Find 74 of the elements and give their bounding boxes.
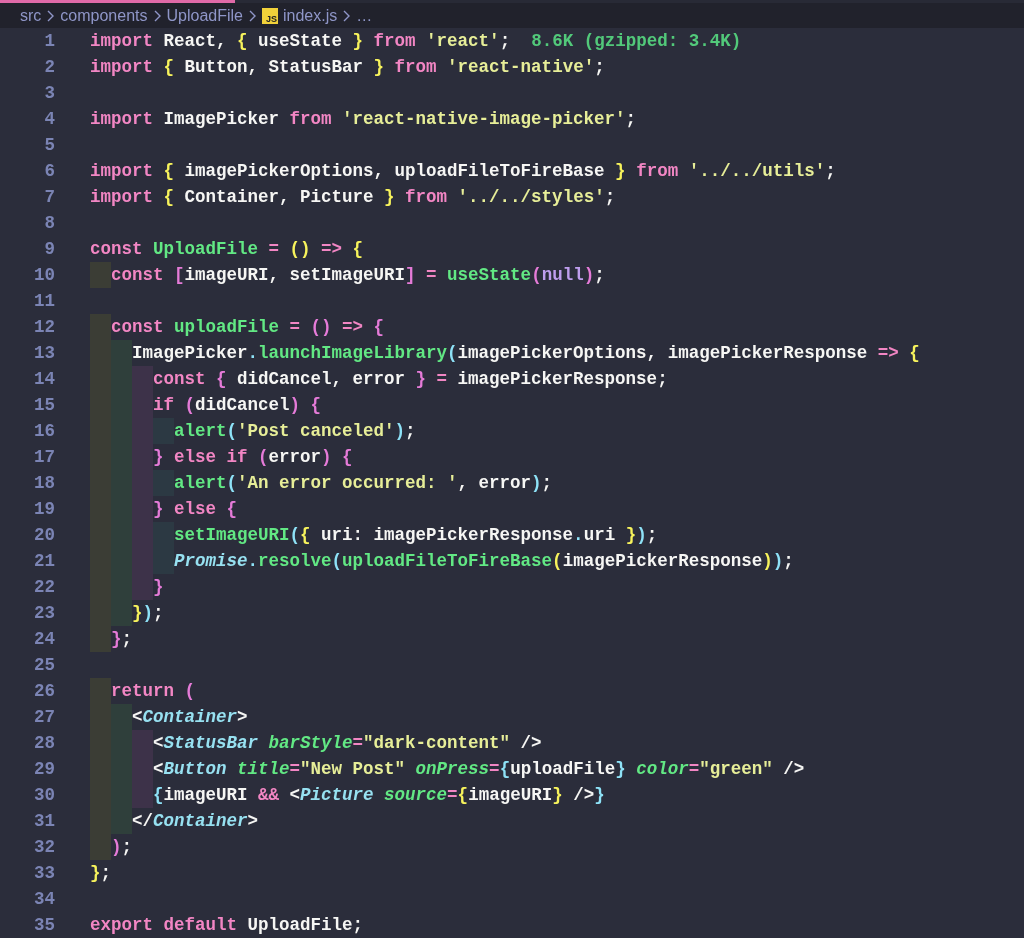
line-number: 35 (33, 913, 55, 937)
code-line: return ( (90, 678, 196, 704)
code-line: import { imagePickerOptions, uploadFileToFireBase } from '../../utils'; (90, 160, 836, 183)
line-number: 14 (33, 367, 55, 391)
line-number: 6 (43, 159, 55, 183)
code-line: const { didCancel, error } = imagePickerResponse; (90, 366, 668, 392)
breadcrumb-folder[interactable]: src (20, 3, 42, 28)
code-line: }); (90, 600, 164, 626)
chevron-icon (248, 8, 257, 23)
code-line: ImagePicker.launchImageLibrary(imagePickerOptions, imagePickerResponse => { (90, 340, 920, 366)
line-number: 30 (33, 783, 55, 807)
code-line: <Button title="New Post" onPress={uploadFile} color="green" /> (90, 756, 805, 782)
code-line: alert('An error occurred: ', error); (90, 470, 553, 496)
code-line: import React, { useState } from 'react'; 8.6K (gzipped: 3.4K) (90, 30, 742, 53)
chevron-icon (46, 8, 56, 23)
code-line: import ImagePicker from 'react-native-image-picker'; (90, 108, 637, 131)
code-line: {imageURI && <Picture source={imageURI} />} (90, 782, 605, 808)
code-line: }; (90, 626, 133, 652)
line-number: 26 (33, 679, 55, 703)
line-number: 16 (33, 419, 55, 443)
line-number: 17 (33, 445, 55, 469)
line-number: 20 (33, 523, 55, 547)
line-number: 2 (43, 55, 55, 79)
chevron-icon (342, 8, 352, 23)
line-number: 19 (33, 497, 55, 521)
line-number: 31 (33, 809, 55, 833)
line-number: 7 (43, 185, 55, 209)
chevron-icon (152, 8, 162, 23)
code-line: } else if (error) { (90, 444, 353, 470)
code-line: import { Container, Picture } from '../../styles'; (90, 186, 616, 209)
line-number: 13 (33, 341, 55, 365)
line-number: 18 (33, 471, 55, 495)
line-number: 27 (33, 705, 55, 729)
code-line: }; (90, 862, 112, 885)
line-number: 24 (33, 627, 55, 651)
line-number: 33 (33, 861, 55, 885)
breadcrumb-folder[interactable]: components (60, 3, 148, 28)
code-line: setImageURI({ uri: imagePickerResponse.uri }); (90, 522, 658, 548)
line-number: 32 (33, 835, 55, 859)
code-line: } (90, 574, 164, 600)
line-number: 9 (43, 237, 55, 261)
code-line: ); (90, 834, 133, 860)
code-line: if (didCancel) { (90, 392, 322, 418)
line-number: 3 (43, 81, 55, 105)
line-number: 11 (33, 289, 55, 313)
code-line: alert('Post canceled'); (90, 418, 416, 444)
breadcrumb-more[interactable]: … (356, 3, 373, 28)
line-number: 1 (43, 29, 55, 53)
code-line: export default UploadFile; (90, 914, 364, 937)
line-number: 5 (43, 133, 55, 157)
code-line: Promise.resolve(uploadFileToFireBase(imagePickerResponse)); (90, 548, 794, 574)
code-line: const [imageURI, setImageURI] = useState(null); (90, 262, 605, 288)
line-number: 34 (33, 887, 55, 911)
js-file-icon: JS (262, 7, 278, 24)
line-number: 23 (33, 601, 55, 625)
line-number: 8 (43, 211, 55, 235)
line-number: 4 (43, 107, 55, 131)
code-line: const uploadFile = () => { (90, 314, 385, 340)
line-number: 29 (33, 757, 55, 781)
line-number: 25 (33, 653, 55, 677)
line-number: 22 (33, 575, 55, 599)
breadcrumb-folder[interactable]: UploadFile (166, 3, 243, 28)
line-number: 28 (33, 731, 55, 755)
code-line: import { Button, StatusBar } from 'react-native'; (90, 56, 605, 79)
line-number: 15 (33, 393, 55, 417)
line-number: 10 (33, 263, 55, 287)
code-line: <StatusBar barStyle="dark-content" /> (90, 730, 542, 756)
code-line: } else { (90, 496, 238, 522)
code-line: <Container> (90, 704, 248, 730)
breadcrumb-file[interactable]: index.js (283, 3, 338, 28)
line-number: 21 (33, 549, 55, 573)
code-line: const UploadFile = () => { (90, 238, 364, 261)
line-number: 12 (33, 315, 55, 339)
code-line: </Container> (90, 808, 259, 834)
